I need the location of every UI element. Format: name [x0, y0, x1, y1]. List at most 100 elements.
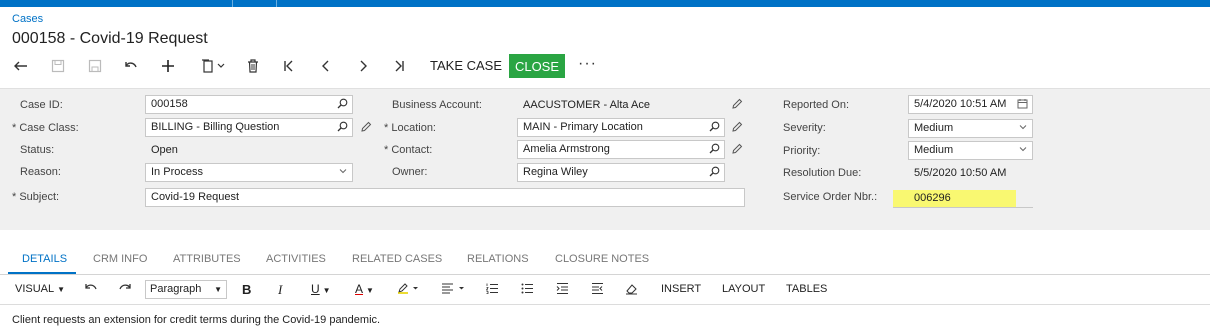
last-record-icon[interactable]: [385, 55, 413, 77]
align-icon[interactable]: [441, 283, 467, 297]
location-value: MAIN - Primary Location: [523, 121, 643, 133]
contact-input[interactable]: Amelia Armstrong: [517, 140, 725, 159]
priority-label: Priority:: [783, 145, 821, 157]
location-label: * Location:: [384, 122, 436, 134]
underline-label: U: [311, 282, 320, 296]
caret-down-icon: ▼: [366, 286, 374, 295]
more-actions-icon[interactable]: ···: [578, 55, 597, 73]
contact-label: * Contact:: [384, 144, 432, 156]
severity-value: Medium: [914, 122, 954, 134]
tabs-divider: [0, 274, 1210, 275]
required-marker: *: [12, 122, 17, 134]
underline-button[interactable]: U ▼: [311, 282, 331, 296]
clear-formatting-icon[interactable]: [625, 283, 638, 298]
close-case-button[interactable]: CLOSE: [509, 54, 565, 78]
reported-on-label: Reported On:: [783, 99, 850, 111]
top-bar-divider: [276, 0, 277, 7]
service-order-link[interactable]: 006296: [914, 192, 951, 204]
search-icon[interactable]: [337, 121, 348, 135]
paragraph-style-select[interactable]: Paragraph ▼: [145, 280, 227, 299]
visual-mode-label: VISUAL: [15, 283, 55, 295]
search-icon[interactable]: [709, 143, 720, 157]
paragraph-style-value: Paragraph: [150, 283, 202, 295]
search-icon[interactable]: [337, 98, 348, 112]
required-marker: *: [12, 191, 17, 203]
business-account-label: Business Account:: [392, 99, 482, 111]
case-class-label: * Case Class:: [12, 122, 79, 134]
next-record-icon[interactable]: [349, 55, 377, 77]
status-label: Status:: [20, 144, 55, 156]
reason-value: In Process: [151, 166, 203, 178]
edit-pencil-icon[interactable]: [731, 98, 743, 113]
edit-pencil-icon[interactable]: [731, 121, 743, 136]
caret-down-icon: ▼: [322, 286, 331, 295]
outdent-icon[interactable]: [591, 283, 603, 297]
severity-label: Severity:: [783, 122, 826, 134]
bold-button[interactable]: B: [242, 282, 251, 297]
tab-activities[interactable]: ACTIVITIES: [266, 253, 326, 265]
service-order-label: Service Order Nbr.:: [783, 191, 878, 203]
back-icon[interactable]: [7, 55, 35, 77]
chevron-down-icon[interactable]: [1018, 144, 1028, 157]
edit-pencil-icon[interactable]: [731, 143, 743, 158]
tab-closure-notes[interactable]: CLOSURE NOTES: [555, 253, 649, 265]
first-record-icon[interactable]: [275, 55, 303, 77]
case-class-input[interactable]: BILLING - Billing Question: [145, 118, 353, 137]
highlight-color-icon[interactable]: [397, 282, 421, 297]
save-icon: [81, 55, 109, 77]
contact-value: Amelia Armstrong: [523, 143, 610, 155]
font-color-label: A: [355, 282, 364, 296]
chevron-down-icon[interactable]: [338, 166, 348, 179]
subject-input[interactable]: Covid-19 Request: [145, 188, 745, 207]
case-description[interactable]: Client requests an extension for credit …: [12, 314, 380, 326]
search-icon[interactable]: [709, 166, 720, 180]
reason-select[interactable]: In Process: [145, 163, 353, 182]
location-input[interactable]: MAIN - Primary Location: [517, 118, 725, 137]
business-account-value[interactable]: AACUSTOMER - Alta Ace: [523, 99, 650, 111]
service-order-underline: [893, 207, 1033, 208]
tab-relations[interactable]: RELATIONS: [467, 253, 529, 265]
previous-record-icon[interactable]: [312, 55, 340, 77]
status-value: Open: [151, 144, 178, 156]
tables-menu[interactable]: TABLES: [786, 283, 827, 295]
reported-on-input[interactable]: 5/4/2020 10:51 AM: [908, 95, 1033, 114]
editor-undo-icon[interactable]: [84, 282, 98, 297]
font-color-button[interactable]: A ▼: [355, 282, 374, 296]
owner-input[interactable]: Regina Wiley: [517, 163, 725, 182]
tab-details[interactable]: DETAILS: [22, 253, 67, 265]
search-icon[interactable]: [709, 121, 720, 135]
copy-paste-icon[interactable]: [196, 55, 232, 77]
required-marker: *: [384, 122, 389, 134]
undo-icon[interactable]: [117, 55, 145, 77]
breadcrumb[interactable]: Cases: [12, 13, 43, 25]
tab-crm-info[interactable]: CRM INFO: [93, 253, 147, 265]
delete-icon[interactable]: [239, 55, 267, 77]
priority-select[interactable]: Medium: [908, 141, 1033, 160]
numbered-list-icon[interactable]: [485, 283, 498, 297]
insert-menu[interactable]: INSERT: [661, 283, 701, 295]
take-case-button[interactable]: TAKE CASE: [430, 58, 502, 73]
tab-attributes[interactable]: ATTRIBUTES: [173, 253, 241, 265]
bullet-list-icon[interactable]: [521, 283, 533, 297]
chevron-down-icon[interactable]: [1018, 122, 1028, 135]
case-id-input[interactable]: 000158: [145, 95, 353, 114]
tab-related-cases[interactable]: RELATED CASES: [352, 253, 442, 265]
priority-value: Medium: [914, 144, 954, 156]
edit-pencil-icon[interactable]: [360, 121, 372, 136]
add-icon[interactable]: [154, 55, 182, 77]
italic-button[interactable]: I: [278, 282, 282, 298]
editor-redo-icon[interactable]: [118, 282, 132, 297]
save-close-icon: [44, 55, 72, 77]
case-id-value: 000158: [151, 98, 188, 110]
location-label-text: Location:: [391, 122, 436, 134]
page-title: 000158 - Covid-19 Request: [12, 30, 208, 47]
calendar-icon[interactable]: [1017, 98, 1028, 112]
severity-select[interactable]: Medium: [908, 119, 1033, 138]
caret-down-icon: ▼: [214, 285, 222, 294]
subject-label: * Subject:: [12, 191, 59, 203]
layout-menu[interactable]: LAYOUT: [722, 283, 765, 295]
case-class-label-text: Case Class:: [19, 122, 79, 134]
visual-mode-dropdown[interactable]: VISUAL ▼: [15, 283, 65, 295]
subject-value: Covid-19 Request: [151, 191, 240, 203]
indent-icon[interactable]: [556, 283, 568, 297]
